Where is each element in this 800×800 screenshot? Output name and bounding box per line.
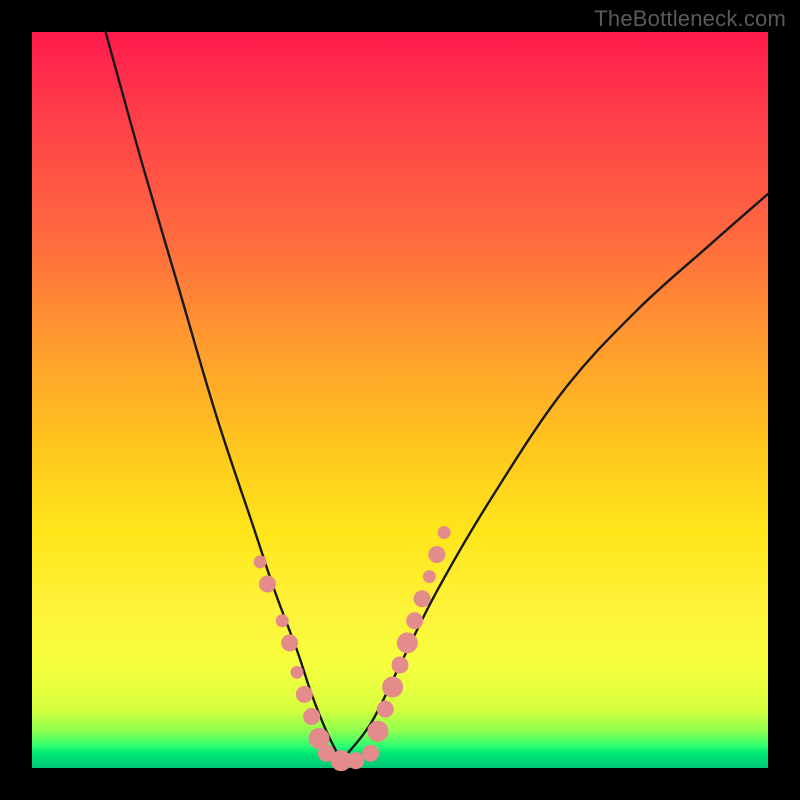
curve-lines xyxy=(106,32,768,761)
bead-cluster xyxy=(254,526,450,770)
chart-svg xyxy=(32,32,768,768)
bead-marker xyxy=(363,745,379,761)
bead-marker xyxy=(414,591,430,607)
bead-marker xyxy=(276,615,288,627)
bead-marker xyxy=(397,633,417,653)
curve-left-arm xyxy=(106,32,342,761)
bead-marker xyxy=(392,657,408,673)
plot-area xyxy=(32,32,768,768)
bead-marker xyxy=(407,613,423,629)
curve-right-arm xyxy=(341,194,768,761)
bead-marker xyxy=(438,526,450,538)
frame: TheBottleneck.com xyxy=(0,0,800,800)
bead-marker xyxy=(383,677,403,697)
bead-marker xyxy=(254,556,266,568)
bead-marker xyxy=(429,547,445,563)
bead-marker xyxy=(296,686,312,702)
bead-marker xyxy=(348,753,364,769)
watermark-text: TheBottleneck.com xyxy=(594,6,786,32)
bead-marker xyxy=(423,571,435,583)
bead-marker xyxy=(291,666,303,678)
bead-marker xyxy=(304,708,320,724)
bead-marker xyxy=(368,721,388,741)
bead-marker xyxy=(377,701,393,717)
bead-marker xyxy=(260,576,276,592)
bead-marker xyxy=(282,635,298,651)
